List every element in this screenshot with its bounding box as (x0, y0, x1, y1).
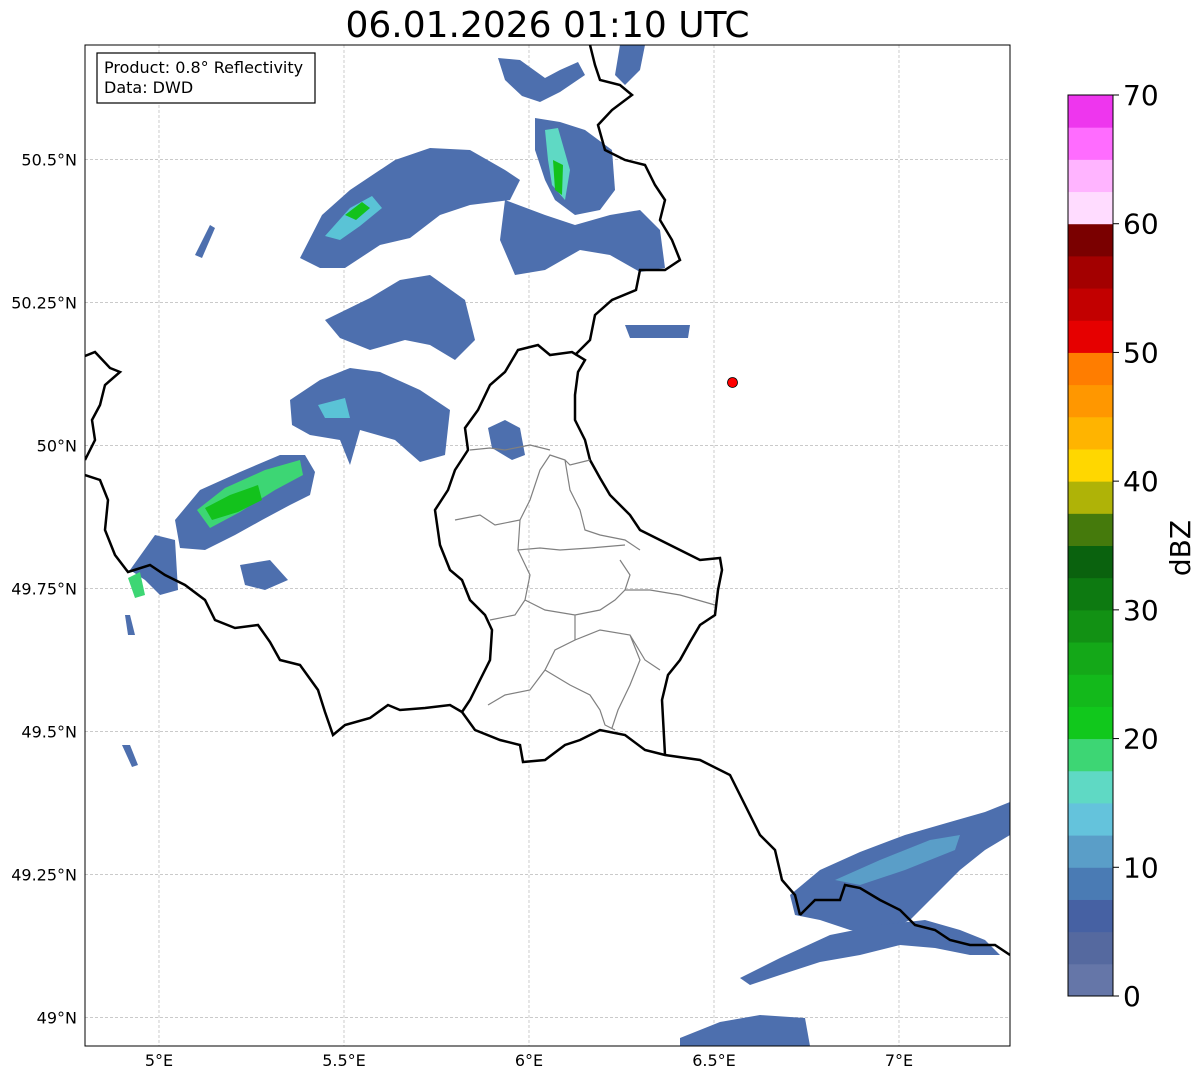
info-data-source: Data: DWD (104, 78, 193, 97)
colorbar-swatch (1068, 674, 1113, 707)
lat-tick-label: 50.25°N (11, 293, 77, 312)
colorbar-tick-label: 60 (1123, 208, 1159, 241)
colorbar-tick-label: 20 (1123, 723, 1159, 756)
lat-tick-label: 49.25°N (11, 865, 77, 884)
colorbar-swatch (1068, 481, 1113, 514)
colorbar-swatch (1068, 513, 1113, 546)
colorbar-swatch (1068, 706, 1113, 740)
colorbar-swatch (1068, 127, 1113, 160)
colorbar-swatch (1068, 577, 1113, 611)
colorbar-label: dBZ (1164, 520, 1197, 576)
colorbar-swatch (1068, 931, 1113, 965)
colorbar-swatch (1068, 545, 1113, 579)
colorbar-swatch (1068, 963, 1113, 997)
lon-tick-label: 6°E (515, 1051, 543, 1070)
colorbar-tick-label: 30 (1123, 594, 1159, 627)
colorbar: 0 10 20 30 40 50 60 70 dBZ (1067, 79, 1197, 1013)
radar-figure: 5°E 5.5°E 6°E 6.5°E 7°E 49°N 49.25°N 49.5°N 49.… (11, 44, 1197, 1070)
colorbar-swatch (1068, 867, 1113, 900)
colorbar-swatches (1068, 95, 1113, 997)
colorbar-tick-label: 40 (1123, 465, 1159, 498)
info-product: Product: 0.8° Reflectivity (104, 58, 303, 77)
colorbar-tick-label: 10 (1123, 851, 1159, 884)
colorbar-tick-label: 50 (1123, 336, 1159, 369)
echo-east-small (625, 325, 690, 338)
colorbar-tick-label: 0 (1123, 980, 1141, 1013)
lon-tick-label: 6.5°E (692, 1051, 736, 1070)
colorbar-swatch (1068, 95, 1113, 128)
colorbar-swatch (1068, 191, 1113, 225)
colorbar-swatch (1068, 802, 1113, 836)
colorbar-swatch (1068, 738, 1113, 772)
colorbar-swatch (1068, 159, 1113, 193)
lat-tick-label: 50°N (37, 436, 77, 455)
lon-tick-label: 7°E (885, 1051, 913, 1070)
longitude-tick-labels: 5°E 5.5°E 6°E 6.5°E 7°E (145, 1051, 913, 1070)
lat-tick-label: 49.75°N (11, 579, 77, 598)
colorbar-swatch (1068, 352, 1113, 386)
lon-tick-label: 5.5°E (322, 1051, 366, 1070)
colorbar-ticks: 0 10 20 30 40 50 60 70 (1113, 79, 1159, 1013)
colorbar-tick-label: 70 (1123, 79, 1159, 112)
lat-tick-label: 49.5°N (21, 722, 77, 741)
colorbar-swatch (1068, 384, 1113, 418)
colorbar-swatch (1068, 609, 1113, 643)
lon-tick-label: 5°E (145, 1051, 173, 1070)
lat-tick-label: 49°N (37, 1008, 77, 1027)
colorbar-swatch (1068, 255, 1113, 289)
colorbar-swatch (1068, 770, 1113, 804)
colorbar-swatch (1068, 448, 1113, 482)
info-box: Product: 0.8° Reflectivity Data: DWD (96, 52, 316, 104)
colorbar-swatch (1068, 899, 1113, 933)
colorbar-swatch (1068, 642, 1113, 675)
colorbar-swatch (1068, 288, 1113, 321)
latitude-tick-labels: 49°N 49.25°N 49.5°N 49.75°N 50°N 50.25°N 50.5°… (11, 150, 77, 1027)
colorbar-swatch (1068, 320, 1113, 353)
colorbar-swatch (1068, 835, 1113, 868)
radar-site-marker (727, 377, 738, 388)
colorbar-swatch (1068, 223, 1113, 257)
colorbar-swatch (1068, 416, 1113, 450)
lat-tick-label: 50.5°N (21, 150, 77, 169)
